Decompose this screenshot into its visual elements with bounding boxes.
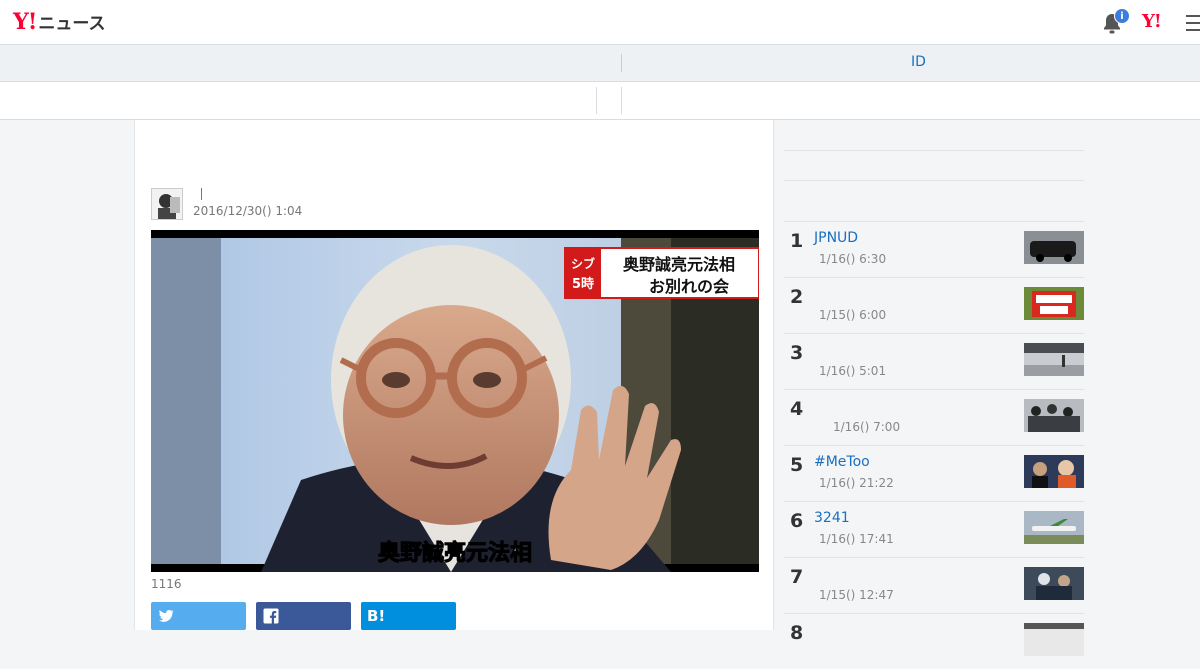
rank-date: 1/16() 21:22 xyxy=(819,476,894,490)
rank-thumbnail[interactable] xyxy=(1024,623,1084,656)
ranking-item[interactable]: 4 1/16() 7:00 xyxy=(784,389,1084,445)
hatena-icon: B! xyxy=(367,607,386,625)
author-avatar[interactable] xyxy=(151,188,183,220)
facebook-icon xyxy=(263,608,279,624)
rank-number: 7 xyxy=(790,566,804,588)
article-photo[interactable]: シブ 5時 奥野誠亮元法相 お別れの会 奥野誠亮元法相 xyxy=(151,230,759,572)
sidebar-divider xyxy=(784,180,1084,181)
ranking-item[interactable]: 2 1/15() 6:00 xyxy=(784,277,1084,333)
rank-number: 8 xyxy=(790,622,804,644)
hatena-bookmark-button[interactable]: B! xyxy=(361,602,456,630)
ranking-item[interactable]: 6 3241 1/16() 17:41 xyxy=(784,501,1084,557)
ranking-sidebar: 1 JPNUD 1/16() 6:30 2 1/15() 6:00 3 1/16… xyxy=(784,120,1084,656)
rank-date: 1/15() 6:00 xyxy=(819,308,887,322)
rank-number: 6 xyxy=(790,510,804,532)
rank-date: 1/16() 7:00 xyxy=(833,420,901,434)
rank-thumbnail[interactable] xyxy=(1024,567,1084,600)
rank-title[interactable]: #MeToo xyxy=(814,454,870,470)
rank-title[interactable]: JPNUD xyxy=(814,230,858,246)
rank-number: 2 xyxy=(790,286,804,308)
photo-caption: 1116 xyxy=(151,577,182,591)
rank-date: 1/16() 6:30 xyxy=(819,252,887,266)
rank-number: 5 xyxy=(790,454,804,476)
article-date: 2016/12/30() 1:04 xyxy=(193,204,303,218)
top-nav: ID xyxy=(0,45,1200,82)
twitter-share-button[interactable] xyxy=(151,602,246,630)
rank-number: 3 xyxy=(790,342,804,364)
rank-thumbnail[interactable] xyxy=(1024,399,1084,432)
badge-line2: 5時 xyxy=(572,276,594,292)
rank-title[interactable]: 3241 xyxy=(814,510,850,526)
category-nav xyxy=(0,82,1200,120)
rank-thumbnail[interactable] xyxy=(1024,343,1084,376)
facebook-share-button[interactable] xyxy=(256,602,351,630)
rank-number: 1 xyxy=(790,230,804,252)
ranking-item[interactable]: 7 1/15() 12:47 xyxy=(784,557,1084,613)
photo-headline-line1: 奥野誠亮元法相 xyxy=(623,255,735,274)
photo-subtitle: 奥野誠亮元法相 xyxy=(378,540,532,566)
author-separator xyxy=(201,188,202,200)
article-container: 2016/12/30() 1:04 シブ 5時 奥野誠亮元法相 お別れの会 奥野… xyxy=(134,120,774,630)
badge-line1: シブ xyxy=(571,256,595,271)
sidebar-divider xyxy=(784,150,1084,151)
ranking-item[interactable]: 5 #MeToo 1/16() 21:22 xyxy=(784,445,1084,501)
rank-date: 1/16() 5:01 xyxy=(819,364,887,378)
logo-text: ニュース xyxy=(38,14,106,34)
global-header: Y! ニュース i Y! xyxy=(0,0,1200,45)
nav-divider xyxy=(621,87,622,114)
logo-mark: Y! xyxy=(13,9,37,35)
yahoo-news-logo[interactable]: Y! ニュース xyxy=(13,9,106,35)
notification-badge: i xyxy=(1114,8,1130,24)
photo-headline-line2: お別れの会 xyxy=(649,277,729,296)
rank-thumbnail[interactable] xyxy=(1024,231,1084,264)
rank-thumbnail[interactable] xyxy=(1024,287,1084,320)
rank-date: 1/16() 17:41 xyxy=(819,532,894,546)
rank-date: 1/15() 12:47 xyxy=(819,588,894,602)
rank-thumbnail[interactable] xyxy=(1024,511,1084,544)
twitter-icon xyxy=(158,609,174,622)
rank-number: 4 xyxy=(790,398,804,420)
nav-divider xyxy=(596,87,597,114)
ranking-item[interactable]: 3 1/16() 5:01 xyxy=(784,333,1084,389)
yahoo-logo-icon[interactable]: Y! xyxy=(1142,11,1162,32)
ranking-item[interactable]: 8 xyxy=(784,613,1084,669)
nav-divider xyxy=(621,54,622,72)
id-link[interactable]: ID xyxy=(911,54,926,70)
rank-thumbnail[interactable] xyxy=(1024,455,1084,488)
ranking-item[interactable]: 1 JPNUD 1/16() 6:30 xyxy=(784,221,1084,277)
menu-icon[interactable] xyxy=(1186,15,1200,31)
